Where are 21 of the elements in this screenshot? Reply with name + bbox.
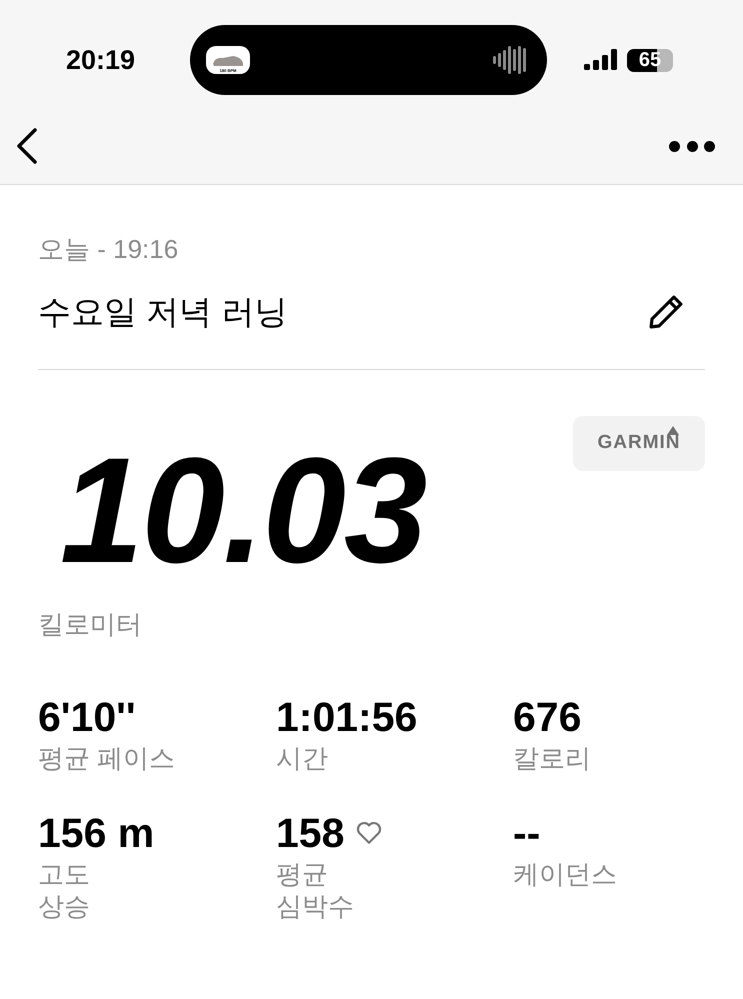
distance-unit: 킬로미터 [38, 608, 143, 640]
signal-icon [584, 49, 618, 71]
stat-value: -- [513, 810, 540, 856]
distance-value: 10.03 [60, 434, 426, 584]
activity-title: 수요일 저녁 러닝 [38, 292, 288, 332]
stat-value: 676 [513, 694, 582, 740]
stat-label: 칼로리 [513, 742, 592, 774]
status-time: 20:19 [66, 44, 136, 77]
stat-label: 평균 페이스 [38, 742, 176, 774]
heart-icon [356, 820, 382, 844]
stat-value: 156 m [38, 810, 154, 856]
stat-value: 6'10'' [38, 694, 136, 740]
garmin-badge: GARMIN [573, 416, 705, 470]
stat-value: 1:01:56 [276, 694, 418, 740]
stat-label: 고도 상승 [38, 858, 91, 922]
stat-label: 평균 심박수 [276, 858, 355, 922]
stat-value: 158 [276, 810, 344, 856]
shoe-icon [211, 54, 245, 68]
stat-label: 시간 [276, 742, 329, 774]
activity-date: 오늘 - 19:16 [38, 233, 180, 266]
stat-label: 케이던스 [513, 858, 618, 890]
